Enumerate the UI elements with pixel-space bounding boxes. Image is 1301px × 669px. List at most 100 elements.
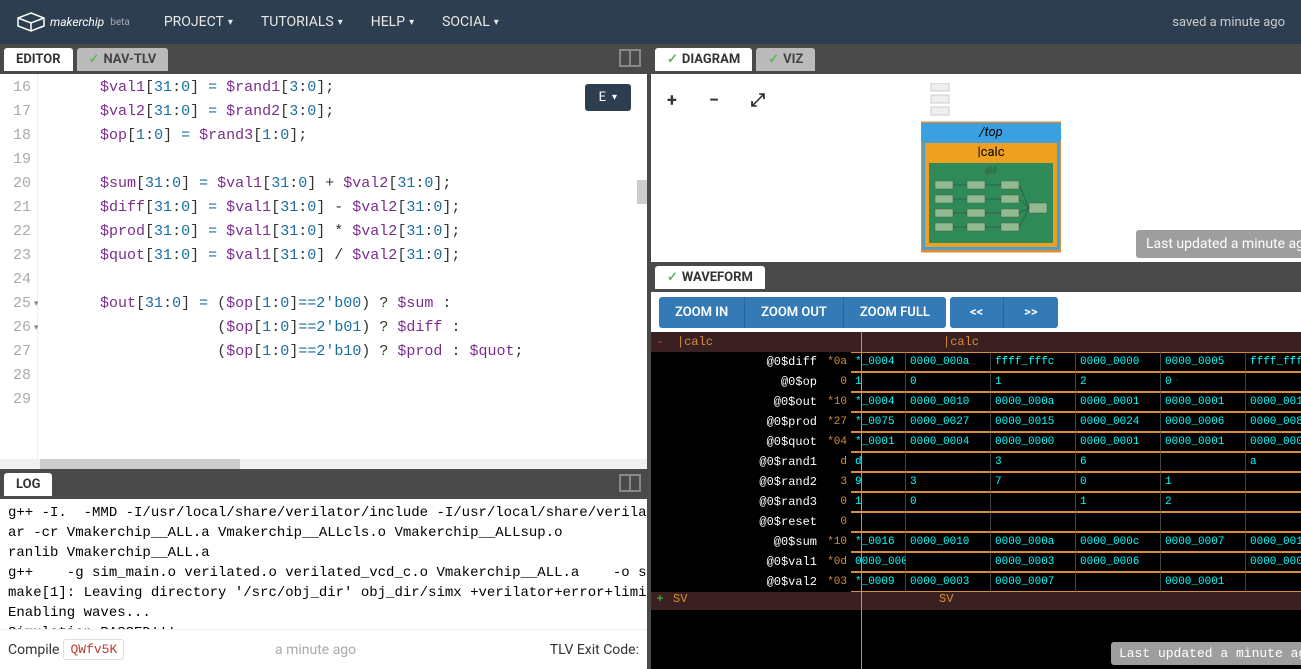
wave-cell[interactable]	[1245, 492, 1301, 512]
wave-cell[interactable]: 0	[1160, 372, 1245, 392]
wave-cell[interactable]: 0000_0018	[1245, 532, 1301, 552]
wave-cell[interactable]: 0000_0005	[1160, 352, 1245, 372]
wave-signal-row[interactable]: @0$reset0	[651, 512, 1301, 532]
wave-sv-row[interactable]: +SVSV	[651, 592, 1301, 610]
wave-cell[interactable]	[851, 512, 905, 532]
tab-diagram[interactable]: ✓DIAGRAM	[655, 48, 752, 71]
wave-cell[interactable]: 1	[1160, 472, 1245, 492]
wave-cell[interactable]	[990, 512, 1075, 532]
wave-cell[interactable]: 0	[905, 492, 990, 512]
wave-cell[interactable]: 3	[990, 452, 1075, 472]
wave-cell[interactable]: d	[851, 452, 905, 472]
wave-signal-row[interactable]: @0$val2*03*_00090000_00030000_00070000_0…	[651, 572, 1301, 592]
wave-cell[interactable]: 0000_0003	[905, 572, 990, 592]
zoom-out-button[interactable]: ZOOM OUT	[745, 297, 844, 328]
wave-cell[interactable]: 1	[851, 372, 905, 392]
wave-cell[interactable]: *_0001	[851, 432, 905, 452]
wave-cell[interactable]: *_0004	[851, 392, 905, 412]
log-body[interactable]: g++ -I. -MMD -I/usr/local/share/verilato…	[0, 499, 647, 629]
wave-cell[interactable]: 0000_0003	[990, 552, 1075, 572]
editor-e-dropdown[interactable]: E▾	[585, 84, 631, 111]
split-icon[interactable]	[619, 474, 643, 494]
wave-cell[interactable]: 0000_008c	[1245, 412, 1301, 432]
wave-cell[interactable]: 0000_0018	[1245, 392, 1301, 412]
wave-cell[interactable]	[905, 452, 990, 472]
wave-cell[interactable]: 0000_000a	[990, 392, 1075, 412]
wave-pipe-header[interactable]: -|calc|calc	[651, 332, 1301, 352]
wave-cell[interactable]: 0000_000c	[1075, 532, 1160, 552]
wave-cell[interactable]	[1160, 552, 1245, 572]
prev-edge-button[interactable]: <<	[950, 297, 1004, 328]
wave-cell[interactable]	[1245, 572, 1301, 592]
expand-icon[interactable]: ⤢	[751, 90, 765, 111]
wave-cell[interactable]: 0000_000a	[905, 352, 990, 372]
wave-cell[interactable]: 0000_000d	[851, 552, 905, 572]
wave-cell[interactable]: *_0075	[851, 412, 905, 432]
menu-tutorials[interactable]: TUTORIALS▾	[251, 8, 353, 36]
wave-cell[interactable]	[905, 552, 990, 572]
menu-project[interactable]: PROJECT▾	[154, 8, 243, 36]
code-area[interactable]: 16171819202122232425▾26▾272829 $val1[31:…	[0, 74, 647, 469]
wave-cell[interactable]: *_0004	[851, 352, 905, 372]
wave-cell[interactable]	[1075, 572, 1160, 592]
wave-cell[interactable]: 0	[905, 372, 990, 392]
next-edge-button[interactable]: >>	[1004, 297, 1057, 328]
wave-cell[interactable]: 0000_0010	[905, 392, 990, 412]
wave-cell[interactable]	[905, 512, 990, 532]
wave-cell[interactable]	[1245, 512, 1301, 532]
wave-cell[interactable]: 0000_0007	[1160, 532, 1245, 552]
tab-viz[interactable]: ✓VIZ	[756, 48, 815, 71]
menu-help[interactable]: HELP▾	[361, 8, 424, 36]
wave-cell[interactable]	[990, 492, 1075, 512]
editor-pane[interactable]: E▾ 16171819202122232425▾26▾272829 $val1[…	[0, 74, 647, 469]
waveform-body[interactable]: -|calc|calc@0$diff*0a*_00040000_000affff…	[651, 332, 1301, 669]
wave-cell[interactable]: ffff_fffc	[990, 352, 1075, 372]
logo[interactable]: makerchip beta	[16, 11, 130, 33]
zoom-in-button[interactable]: ZOOM IN	[659, 297, 745, 328]
wave-signal-row[interactable]: @0$rand1dd36a	[651, 452, 1301, 472]
wave-cell[interactable]	[1245, 372, 1301, 392]
wave-cell[interactable]: 0000_0001	[1075, 432, 1160, 452]
tab-log[interactable]: LOG	[4, 473, 52, 496]
zoom-out-icon[interactable]: −	[709, 90, 719, 111]
wave-cell[interactable]: 0000_0001	[1160, 572, 1245, 592]
wave-cell[interactable]: 1	[990, 372, 1075, 392]
wave-cell[interactable]: 2	[1160, 492, 1245, 512]
zoom-full-button[interactable]: ZOOM FULL	[844, 297, 946, 328]
wave-cell[interactable]: 0000_0007	[990, 572, 1075, 592]
tab-editor[interactable]: EDITOR	[4, 48, 73, 71]
wave-cell[interactable]: 0000_0027	[905, 412, 990, 432]
wave-signal-row[interactable]: @0$val1*0d0000_000d0000_00030000_0006000…	[651, 552, 1301, 572]
wave-cell[interactable]: 2	[1075, 372, 1160, 392]
wave-signal-row[interactable]: @0$rand2393701	[651, 472, 1301, 492]
wave-cell[interactable]: 0000_0000	[1075, 352, 1160, 372]
wave-cell[interactable]: 1	[851, 492, 905, 512]
wave-cell[interactable]: 7	[990, 472, 1075, 492]
split-icon[interactable]	[619, 49, 643, 69]
wave-cell[interactable]: ffff_fffc	[1245, 352, 1301, 372]
wave-signal-row[interactable]: @0$rand301012	[651, 492, 1301, 512]
wave-cell[interactable]: 3	[905, 472, 990, 492]
wave-cell[interactable]: 1	[1075, 492, 1160, 512]
wave-signal-row[interactable]: @0$op010120	[651, 372, 1301, 392]
wave-cell[interactable]: 0000_0015	[990, 412, 1075, 432]
wave-cell[interactable]: 0000_000a	[1245, 552, 1301, 572]
wave-cell[interactable]	[1245, 472, 1301, 492]
wave-signal-row[interactable]: @0$quot*04*_00010000_00040000_00000000_0…	[651, 432, 1301, 452]
wave-cell[interactable]: a	[1245, 452, 1301, 472]
menu-social[interactable]: SOCIAL▾	[432, 8, 509, 36]
horizontal-scrollbar[interactable]	[0, 459, 647, 469]
wave-cell[interactable]: 0000_0001	[1160, 392, 1245, 412]
wave-cell[interactable]: 0000_0024	[1075, 412, 1160, 432]
wave-cell[interactable]: *_0009	[851, 572, 905, 592]
wave-signal-row[interactable]: @0$diff*0a*_00040000_000affff_fffc0000_0…	[651, 352, 1301, 372]
wave-cell[interactable]: 9	[851, 472, 905, 492]
wave-signal-row[interactable]: @0$sum*10*_00160000_00100000_000a0000_00…	[651, 532, 1301, 552]
diagram-body[interactable]: + − ⤢ /top |calc @0	[651, 74, 1301, 262]
code-body[interactable]: $val1[31:0] = $rand1[3:0]; $val2[31:0] =…	[38, 74, 647, 469]
wave-cell[interactable]: 0000_0000	[990, 432, 1075, 452]
zoom-in-icon[interactable]: +	[667, 90, 677, 111]
wave-cell[interactable]: 0000_0001	[1075, 392, 1160, 412]
wave-cell[interactable]	[1075, 512, 1160, 532]
wave-cell[interactable]: 0000_0001	[1160, 432, 1245, 452]
